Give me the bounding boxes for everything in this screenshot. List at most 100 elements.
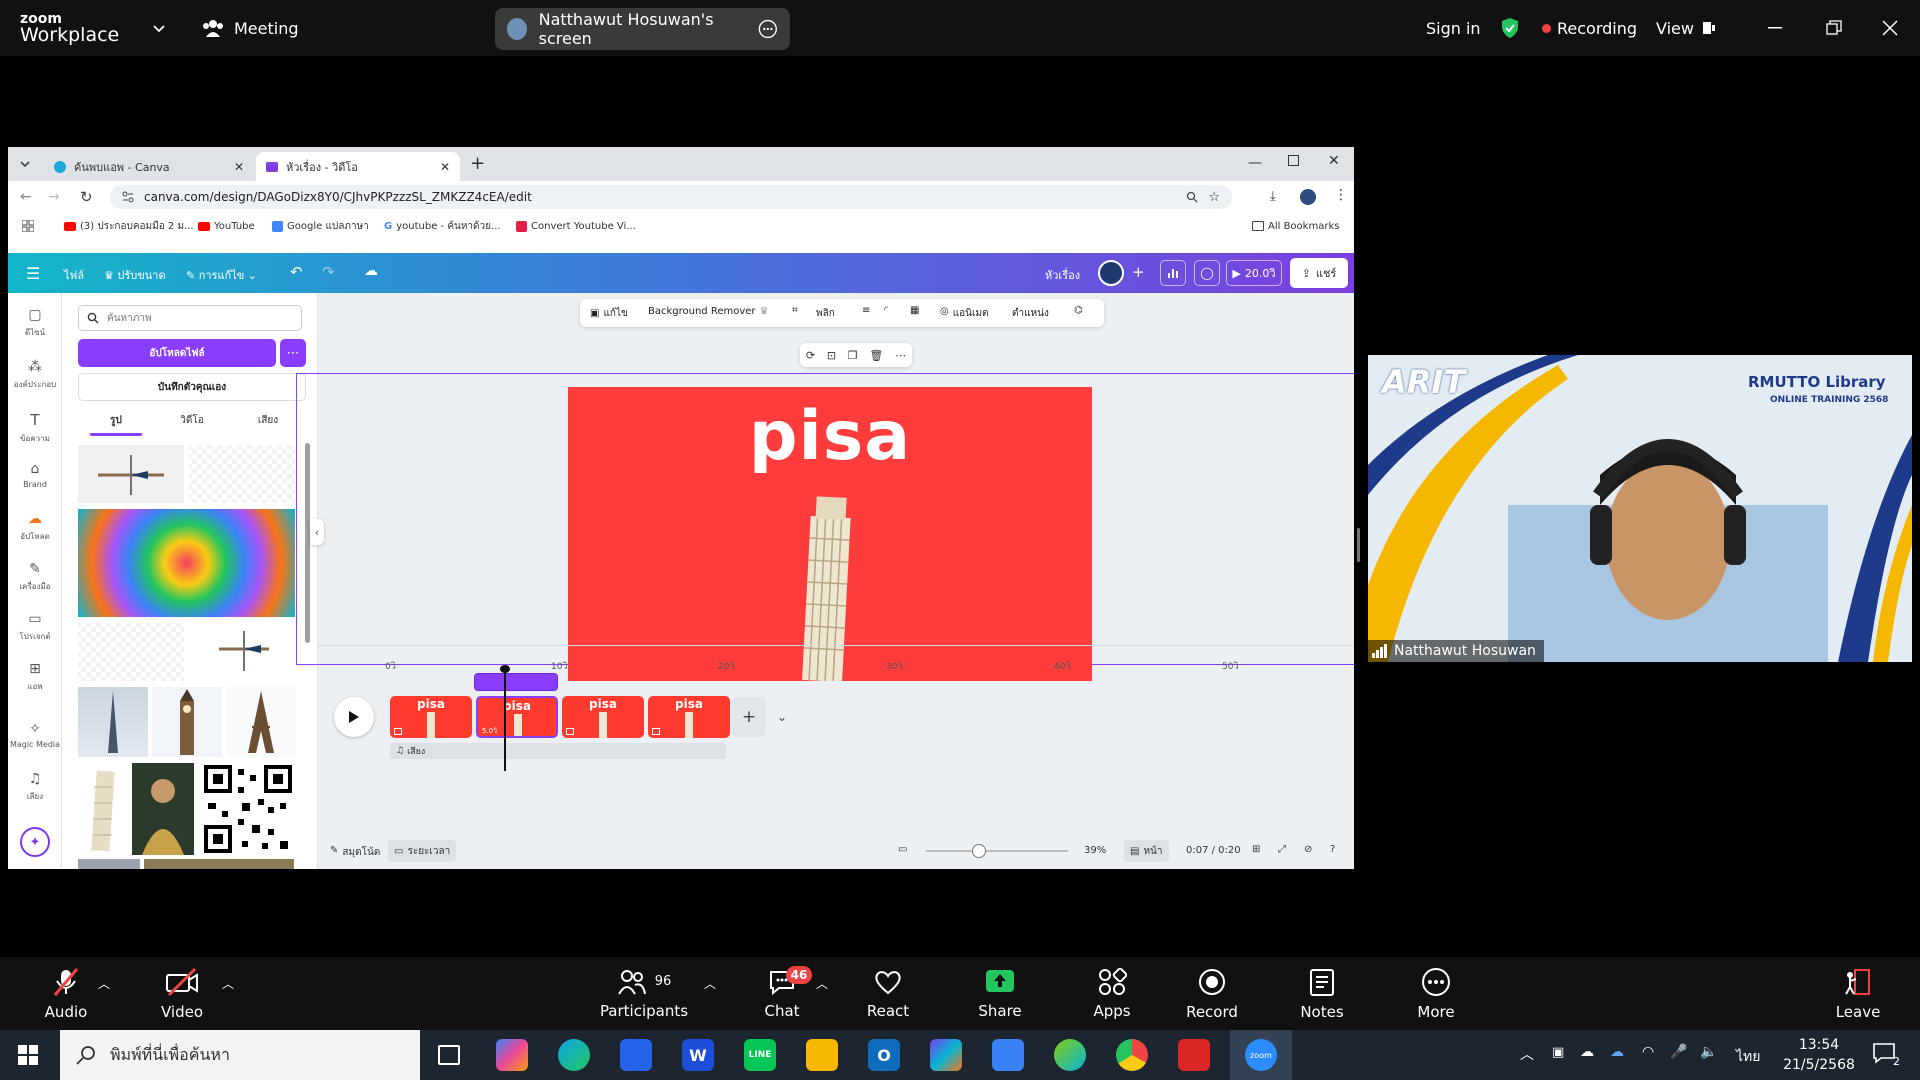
browser-tab-canva-video[interactable]: หัวเรื่อง - วิดีโอ ✕ bbox=[256, 152, 460, 181]
fullscreen-icon[interactable]: ⤢ bbox=[1278, 844, 1286, 855]
upload-thumbnail-portrait[interactable] bbox=[132, 763, 194, 855]
speaker-icon[interactable]: 🔈 bbox=[1700, 1044, 1717, 1060]
delete-icon[interactable]: 🗑 bbox=[869, 349, 883, 362]
share-screen-button[interactable]: Share bbox=[970, 957, 1030, 1030]
close-button[interactable] bbox=[1882, 0, 1898, 56]
slide-title[interactable]: pisa bbox=[568, 397, 1092, 476]
video-button[interactable]: Video bbox=[152, 957, 212, 1030]
add-page-chevron-icon[interactable]: ⌄ bbox=[768, 697, 796, 737]
timeline-clip[interactable]: pisa bbox=[562, 696, 644, 738]
help-icon[interactable]: ? bbox=[1330, 844, 1335, 855]
tray-chevron-icon[interactable]: ︿ bbox=[1520, 1044, 1534, 1064]
search-images-input[interactable]: ค้นหาภาพ bbox=[78, 305, 302, 331]
upload-thumbnail-tiedye[interactable] bbox=[78, 509, 295, 617]
remote-desktop-icon[interactable] bbox=[992, 1039, 1024, 1071]
tray-onedrive-icon[interactable]: ☁ bbox=[1580, 1044, 1594, 1060]
profile-avatar[interactable] bbox=[1300, 189, 1316, 205]
upload-thumbnail-burj[interactable] bbox=[78, 687, 148, 757]
microphone-icon[interactable]: 🎤 bbox=[1670, 1044, 1687, 1060]
browser-minimize-icon[interactable]: — bbox=[1248, 155, 1262, 171]
share-button[interactable]: ⇪ แชร์ bbox=[1290, 258, 1348, 288]
taskbar-search-box[interactable]: พิมพ์ที่นี่เพื่อค้นหา bbox=[60, 1030, 420, 1080]
back-arrow-icon[interactable]: ← bbox=[20, 189, 32, 205]
file-explorer-icon[interactable] bbox=[806, 1039, 838, 1071]
timeline-clip[interactable]: pisa bbox=[648, 696, 730, 738]
undo-icon[interactable]: ↶ bbox=[290, 263, 303, 281]
redo-icon[interactable]: ↷ bbox=[322, 263, 335, 281]
meeting-button[interactable]: Meeting bbox=[202, 0, 299, 56]
browser-close-icon[interactable]: ✕ bbox=[1328, 153, 1340, 169]
task-view-icon[interactable] bbox=[438, 1045, 460, 1065]
more-icon[interactable]: ⋯ bbox=[895, 349, 906, 362]
notes-button[interactable]: ✎ สมุดโน้ต bbox=[330, 845, 380, 860]
border-style-icon[interactable]: ≡ bbox=[862, 305, 870, 316]
bookmark-item[interactable]: (3) ประกอบคอมมือ 2 ม... bbox=[64, 217, 194, 235]
zoom-slider-track[interactable] bbox=[926, 850, 1068, 852]
upload-thumbnail[interactable] bbox=[189, 445, 295, 503]
upload-thumbnail-eiffel[interactable] bbox=[226, 687, 296, 757]
rail-item-design[interactable]: ▢ ดีไซน์ bbox=[8, 307, 62, 339]
upload-more-options-icon[interactable]: ⋯ bbox=[280, 339, 306, 367]
store-app-icon[interactable] bbox=[620, 1039, 652, 1071]
play-button[interactable]: ▶ 20.0วิ bbox=[1226, 260, 1282, 286]
tab-close-icon[interactable]: ✕ bbox=[440, 160, 450, 174]
edit-menu[interactable]: ✎ การแก้ไข ⌄ bbox=[186, 266, 257, 284]
outlook-app-icon[interactable]: O bbox=[868, 1039, 900, 1071]
recording-indicator[interactable]: Recording bbox=[1542, 0, 1637, 56]
bookmark-item[interactable]: G youtube - ค้นหาด้วย... bbox=[384, 217, 501, 235]
record-button[interactable]: Record bbox=[1182, 957, 1242, 1030]
pages-button[interactable]: ▤ หน้า bbox=[1124, 840, 1169, 862]
check-icon[interactable]: ⊘ bbox=[1304, 844, 1312, 855]
comments-button[interactable]: ◯ bbox=[1194, 260, 1220, 286]
browser-maximize-icon[interactable] bbox=[1288, 155, 1299, 166]
zoom-menu-chevron[interactable] bbox=[152, 0, 166, 56]
hamburger-menu-icon[interactable]: ☰ bbox=[26, 264, 40, 283]
tray-webcam-icon[interactable]: ▣ bbox=[1552, 1045, 1564, 1060]
new-tab-button[interactable]: + bbox=[470, 153, 485, 174]
rail-item-projects[interactable]: ▭ โปรเจกต์ bbox=[8, 611, 62, 643]
tab-images[interactable]: รูป bbox=[78, 413, 154, 428]
bg-remover-button[interactable]: Background Remover ♛ bbox=[648, 306, 769, 317]
rail-item-text[interactable]: T ข้อความ bbox=[8, 411, 62, 445]
minimize-button[interactable] bbox=[1768, 0, 1782, 56]
lock-icon[interactable]: ⊡ bbox=[827, 349, 836, 362]
resize-menu[interactable]: ♛ ปรับขนาด bbox=[104, 266, 166, 284]
tray-cloud-icon[interactable]: ☁ bbox=[1610, 1044, 1624, 1060]
screen-share-pill[interactable]: Natthawut Hosuwan's screen bbox=[495, 8, 790, 50]
upload-thumbnail[interactable] bbox=[78, 859, 140, 869]
apps-button[interactable]: Apps bbox=[1082, 957, 1142, 1030]
bookmark-item[interactable]: Google แปลภาษา bbox=[272, 217, 369, 235]
edit-image-button[interactable]: ▣ แก้ไข bbox=[590, 306, 628, 321]
reload-icon[interactable]: ↻ bbox=[80, 188, 93, 206]
edge-app-icon[interactable] bbox=[558, 1039, 590, 1071]
upload-thumbnail-bigben[interactable] bbox=[152, 687, 222, 757]
record-yourself-button[interactable]: บันทึกตัวคุณเอง bbox=[78, 373, 306, 401]
input-language[interactable]: ไทย bbox=[1736, 1046, 1760, 1068]
sign-in-link[interactable]: Sign in bbox=[1426, 0, 1481, 56]
apps-grid-icon[interactable] bbox=[22, 217, 34, 235]
upload-thumbnail[interactable] bbox=[189, 623, 295, 681]
timeline-playhead[interactable] bbox=[504, 669, 506, 771]
react-button[interactable]: React bbox=[858, 957, 918, 1030]
bookmark-item[interactable]: Convert Youtube Vi... bbox=[516, 217, 636, 235]
rail-item-audio[interactable]: ♫ เสียง bbox=[8, 771, 62, 803]
crop-icon[interactable]: ⌗ bbox=[792, 305, 798, 316]
copy-style-icon[interactable]: ⌬ bbox=[1074, 305, 1083, 316]
flip-button[interactable]: พลิก bbox=[816, 306, 835, 321]
upload-thumbnail[interactable] bbox=[144, 859, 294, 869]
copilot-app-icon[interactable] bbox=[496, 1039, 528, 1071]
collaborator-avatar[interactable] bbox=[1098, 260, 1124, 286]
line-app-icon[interactable]: LINE bbox=[744, 1039, 776, 1071]
wifi-icon[interactable]: ◠ bbox=[1642, 1044, 1654, 1060]
participant-video-tile[interactable]: ARIT RMUTTO Library ONLINE TRAINING 2568… bbox=[1368, 355, 1912, 662]
timeline-clip-selected[interactable]: pisa 5.0วิ bbox=[476, 696, 558, 738]
duration-button[interactable]: ▭ ระยะเวลา bbox=[388, 840, 457, 862]
acrobat-app-icon[interactable] bbox=[1178, 1039, 1210, 1071]
restore-button[interactable] bbox=[1826, 0, 1842, 56]
audio-track[interactable]: ♫ เสียง bbox=[390, 743, 726, 759]
animate-button[interactable]: ◎ แอนิเมต bbox=[940, 306, 989, 321]
video-options-chevron-icon[interactable]: ︿ bbox=[222, 975, 234, 992]
participants-button[interactable]: 96 Participants bbox=[598, 957, 690, 1030]
participants-chevron-icon[interactable]: ︿ bbox=[704, 975, 716, 992]
browser-tab-canva-home[interactable]: ค้นพบแอพ - Canva ✕ bbox=[44, 152, 254, 181]
